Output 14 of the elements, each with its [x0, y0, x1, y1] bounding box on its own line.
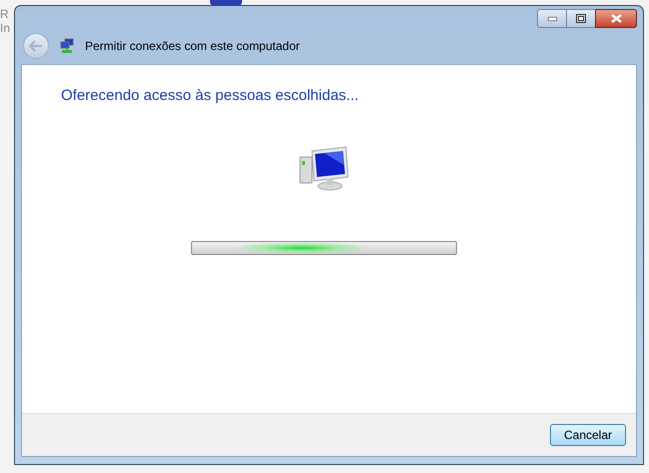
maximize-icon — [576, 14, 586, 23]
background-text: R — [0, 7, 10, 21]
computer-icon — [298, 144, 350, 190]
cancel-button[interactable]: Cancelar — [550, 424, 626, 446]
minimize-icon — [548, 16, 556, 20]
close-button[interactable] — [595, 9, 637, 28]
back-arrow-icon — [29, 40, 43, 52]
background-text: In — [0, 21, 10, 35]
close-icon — [610, 14, 622, 23]
window-title: Permitir conexões com este computador — [85, 38, 300, 55]
network-computers-icon — [59, 38, 75, 54]
page-heading: Oferecendo acesso às pessoas escolhidas... — [61, 86, 360, 106]
minimize-button[interactable] — [537, 9, 567, 28]
maximize-button[interactable] — [567, 9, 595, 28]
